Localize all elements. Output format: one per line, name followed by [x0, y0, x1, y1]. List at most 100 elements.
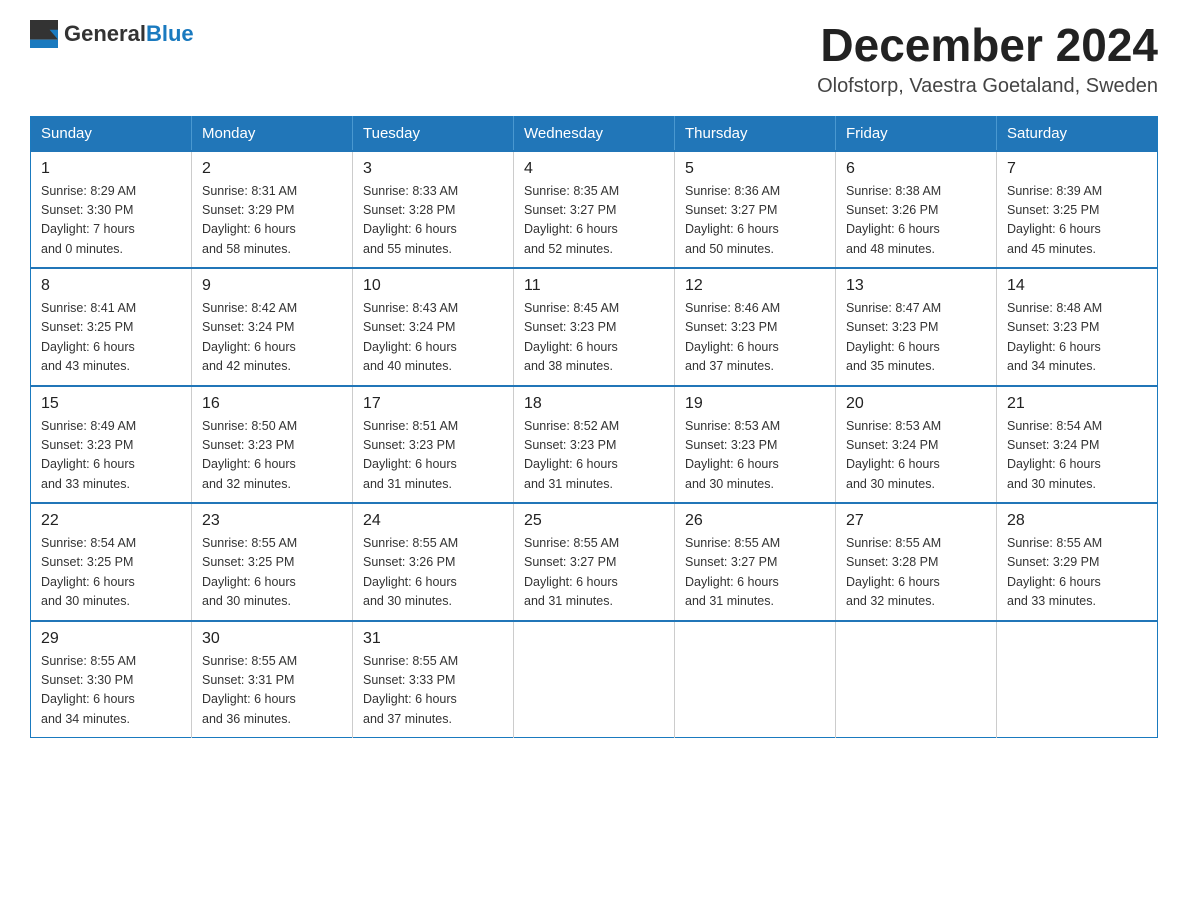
day-info: Sunrise: 8:55 AMSunset: 3:26 PMDaylight:… [363, 534, 503, 612]
day-info: Sunrise: 8:29 AMSunset: 3:30 PMDaylight:… [41, 182, 181, 260]
header-tuesday: Tuesday [353, 116, 514, 151]
week-row-5: 29 Sunrise: 8:55 AMSunset: 3:30 PMDaylig… [31, 621, 1158, 738]
day-info: Sunrise: 8:55 AMSunset: 3:31 PMDaylight:… [202, 652, 342, 730]
day-cell: 15 Sunrise: 8:49 AMSunset: 3:23 PMDaylig… [31, 386, 192, 504]
day-number: 18 [524, 395, 664, 413]
header-saturday: Saturday [997, 116, 1158, 151]
header-monday: Monday [192, 116, 353, 151]
header-sunday: Sunday [31, 116, 192, 151]
logo-icon [30, 20, 58, 48]
day-info: Sunrise: 8:39 AMSunset: 3:25 PMDaylight:… [1007, 182, 1147, 260]
day-number: 26 [685, 512, 825, 530]
day-info: Sunrise: 8:42 AMSunset: 3:24 PMDaylight:… [202, 299, 342, 377]
day-cell: 18 Sunrise: 8:52 AMSunset: 3:23 PMDaylig… [514, 386, 675, 504]
day-number: 1 [41, 160, 181, 178]
day-info: Sunrise: 8:51 AMSunset: 3:23 PMDaylight:… [363, 417, 503, 495]
day-number: 5 [685, 160, 825, 178]
day-info: Sunrise: 8:54 AMSunset: 3:24 PMDaylight:… [1007, 417, 1147, 495]
day-cell: 24 Sunrise: 8:55 AMSunset: 3:26 PMDaylig… [353, 503, 514, 621]
day-cell: 27 Sunrise: 8:55 AMSunset: 3:28 PMDaylig… [836, 503, 997, 621]
day-cell: 2 Sunrise: 8:31 AMSunset: 3:29 PMDayligh… [192, 151, 353, 269]
calendar-header: Sunday Monday Tuesday Wednesday Thursday… [31, 116, 1158, 151]
day-cell: 28 Sunrise: 8:55 AMSunset: 3:29 PMDaylig… [997, 503, 1158, 621]
day-info: Sunrise: 8:47 AMSunset: 3:23 PMDaylight:… [846, 299, 986, 377]
day-cell: 23 Sunrise: 8:55 AMSunset: 3:25 PMDaylig… [192, 503, 353, 621]
week-row-1: 1 Sunrise: 8:29 AMSunset: 3:30 PMDayligh… [31, 151, 1158, 269]
day-info: Sunrise: 8:55 AMSunset: 3:25 PMDaylight:… [202, 534, 342, 612]
day-number: 20 [846, 395, 986, 413]
day-info: Sunrise: 8:38 AMSunset: 3:26 PMDaylight:… [846, 182, 986, 260]
day-cell: 17 Sunrise: 8:51 AMSunset: 3:23 PMDaylig… [353, 386, 514, 504]
day-info: Sunrise: 8:50 AMSunset: 3:23 PMDaylight:… [202, 417, 342, 495]
day-info: Sunrise: 8:41 AMSunset: 3:25 PMDaylight:… [41, 299, 181, 377]
day-cell: 14 Sunrise: 8:48 AMSunset: 3:23 PMDaylig… [997, 268, 1158, 386]
day-cell [836, 621, 997, 738]
day-cell: 22 Sunrise: 8:54 AMSunset: 3:25 PMDaylig… [31, 503, 192, 621]
day-cell: 10 Sunrise: 8:43 AMSunset: 3:24 PMDaylig… [353, 268, 514, 386]
logo-text-blue: Blue [146, 21, 194, 46]
day-number: 3 [363, 160, 503, 178]
day-number: 25 [524, 512, 664, 530]
day-info: Sunrise: 8:55 AMSunset: 3:27 PMDaylight:… [524, 534, 664, 612]
day-info: Sunrise: 8:55 AMSunset: 3:27 PMDaylight:… [685, 534, 825, 612]
day-number: 12 [685, 277, 825, 295]
day-cell [997, 621, 1158, 738]
day-number: 23 [202, 512, 342, 530]
title-area: December 2024 Olofstorp, Vaestra Goetala… [817, 20, 1158, 98]
day-info: Sunrise: 8:53 AMSunset: 3:23 PMDaylight:… [685, 417, 825, 495]
day-cell: 12 Sunrise: 8:46 AMSunset: 3:23 PMDaylig… [675, 268, 836, 386]
day-cell: 29 Sunrise: 8:55 AMSunset: 3:30 PMDaylig… [31, 621, 192, 738]
day-cell: 21 Sunrise: 8:54 AMSunset: 3:24 PMDaylig… [997, 386, 1158, 504]
week-row-4: 22 Sunrise: 8:54 AMSunset: 3:25 PMDaylig… [31, 503, 1158, 621]
day-number: 27 [846, 512, 986, 530]
day-number: 10 [363, 277, 503, 295]
header-wednesday: Wednesday [514, 116, 675, 151]
day-number: 2 [202, 160, 342, 178]
day-number: 21 [1007, 395, 1147, 413]
day-number: 24 [363, 512, 503, 530]
day-number: 14 [1007, 277, 1147, 295]
day-cell: 30 Sunrise: 8:55 AMSunset: 3:31 PMDaylig… [192, 621, 353, 738]
day-number: 13 [846, 277, 986, 295]
day-info: Sunrise: 8:45 AMSunset: 3:23 PMDaylight:… [524, 299, 664, 377]
day-number: 31 [363, 630, 503, 648]
day-cell: 13 Sunrise: 8:47 AMSunset: 3:23 PMDaylig… [836, 268, 997, 386]
day-cell: 19 Sunrise: 8:53 AMSunset: 3:23 PMDaylig… [675, 386, 836, 504]
month-title: December 2024 [817, 20, 1158, 71]
day-info: Sunrise: 8:55 AMSunset: 3:29 PMDaylight:… [1007, 534, 1147, 612]
day-number: 22 [41, 512, 181, 530]
day-cell: 1 Sunrise: 8:29 AMSunset: 3:30 PMDayligh… [31, 151, 192, 269]
weekday-header-row: Sunday Monday Tuesday Wednesday Thursday… [31, 116, 1158, 151]
day-number: 16 [202, 395, 342, 413]
location: Olofstorp, Vaestra Goetaland, Sweden [817, 75, 1158, 98]
day-number: 9 [202, 277, 342, 295]
day-number: 8 [41, 277, 181, 295]
day-info: Sunrise: 8:36 AMSunset: 3:27 PMDaylight:… [685, 182, 825, 260]
day-cell: 9 Sunrise: 8:42 AMSunset: 3:24 PMDayligh… [192, 268, 353, 386]
day-cell: 4 Sunrise: 8:35 AMSunset: 3:27 PMDayligh… [514, 151, 675, 269]
day-info: Sunrise: 8:43 AMSunset: 3:24 PMDaylight:… [363, 299, 503, 377]
day-cell: 7 Sunrise: 8:39 AMSunset: 3:25 PMDayligh… [997, 151, 1158, 269]
week-row-3: 15 Sunrise: 8:49 AMSunset: 3:23 PMDaylig… [31, 386, 1158, 504]
day-info: Sunrise: 8:35 AMSunset: 3:27 PMDaylight:… [524, 182, 664, 260]
day-number: 11 [524, 277, 664, 295]
header-friday: Friday [836, 116, 997, 151]
day-cell: 8 Sunrise: 8:41 AMSunset: 3:25 PMDayligh… [31, 268, 192, 386]
calendar-body: 1 Sunrise: 8:29 AMSunset: 3:30 PMDayligh… [31, 151, 1158, 738]
day-cell [675, 621, 836, 738]
day-number: 28 [1007, 512, 1147, 530]
day-info: Sunrise: 8:48 AMSunset: 3:23 PMDaylight:… [1007, 299, 1147, 377]
day-cell: 31 Sunrise: 8:55 AMSunset: 3:33 PMDaylig… [353, 621, 514, 738]
header-thursday: Thursday [675, 116, 836, 151]
day-cell: 20 Sunrise: 8:53 AMSunset: 3:24 PMDaylig… [836, 386, 997, 504]
logo-text-general: General [64, 21, 146, 46]
day-info: Sunrise: 8:33 AMSunset: 3:28 PMDaylight:… [363, 182, 503, 260]
week-row-2: 8 Sunrise: 8:41 AMSunset: 3:25 PMDayligh… [31, 268, 1158, 386]
day-info: Sunrise: 8:49 AMSunset: 3:23 PMDaylight:… [41, 417, 181, 495]
day-cell: 16 Sunrise: 8:50 AMSunset: 3:23 PMDaylig… [192, 386, 353, 504]
day-number: 19 [685, 395, 825, 413]
day-cell [514, 621, 675, 738]
day-number: 7 [1007, 160, 1147, 178]
logo: GeneralBlue [30, 20, 194, 48]
day-info: Sunrise: 8:46 AMSunset: 3:23 PMDaylight:… [685, 299, 825, 377]
